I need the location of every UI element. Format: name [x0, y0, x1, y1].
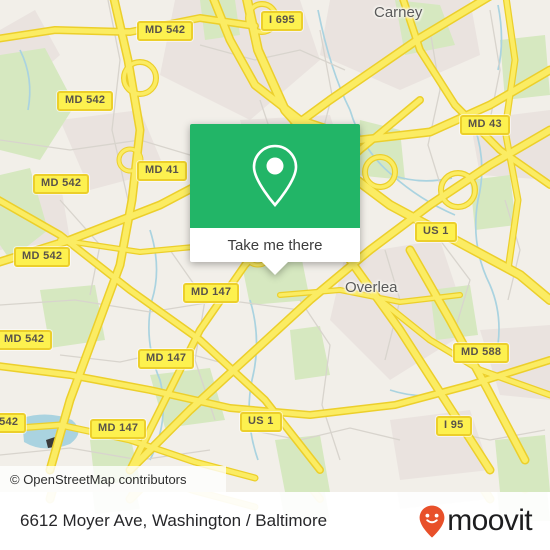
address-title: 6612 Moyer Ave, Washington / Baltimore — [20, 511, 328, 530]
road-shield: MD 147 — [138, 349, 195, 369]
road-shield: MD 542 — [33, 174, 90, 194]
road-shield: MD 41 — [137, 161, 187, 181]
road-shield: MD 147 — [183, 283, 240, 303]
road-shield: MD 542 — [137, 21, 194, 41]
moovit-logo: moovit — [419, 504, 533, 538]
callout-tail — [261, 261, 289, 275]
attribution-text: © OpenStreetMap contributors — [10, 471, 187, 487]
location-callout[interactable]: Take me there — [190, 124, 360, 275]
callout-action[interactable]: Take me there — [190, 228, 360, 275]
callout-header — [190, 124, 360, 228]
road-shield: US 1 — [415, 222, 457, 242]
road-shield: US 1 — [240, 412, 282, 432]
moovit-pin-icon — [419, 505, 445, 538]
place-label: Carney — [374, 4, 423, 21]
map-canvas[interactable]: Carney Overlea MD 542 I 695 MD 542 MD 43… — [0, 0, 550, 492]
road-shield: I 695 — [261, 11, 303, 31]
road-shield: I 95 — [436, 416, 472, 436]
moovit-wordmark: moovit — [447, 504, 532, 537]
map-screenshot: Carney Overlea MD 542 I 695 MD 542 MD 43… — [0, 0, 550, 550]
road-shield: MD 588 — [453, 343, 510, 363]
map-attribution[interactable]: © OpenStreetMap contributors — [0, 466, 226, 492]
place-label: Overlea — [345, 279, 398, 296]
road-shield: MD 542 — [0, 413, 27, 433]
footer-bar: 6612 Moyer Ave, Washington / Baltimore m… — [0, 492, 550, 550]
road-shield: MD 43 — [460, 115, 510, 135]
map-pin-icon — [252, 144, 298, 207]
take-me-there-label: Take me there — [227, 236, 323, 254]
road-shield: MD 542 — [57, 91, 114, 111]
road-shield: MD 542 — [14, 247, 71, 267]
road-shield: MD 542 — [0, 330, 53, 350]
road-shield: MD 147 — [90, 419, 147, 439]
